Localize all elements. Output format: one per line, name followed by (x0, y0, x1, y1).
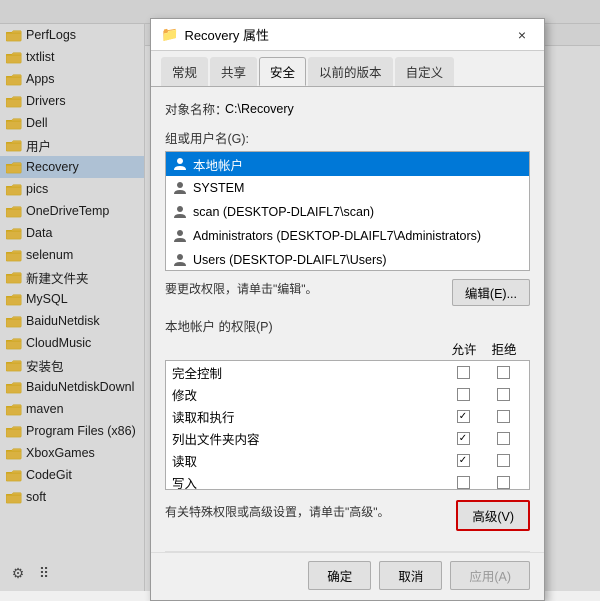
dialog-body: 对象名称： C:\Recovery 组或用户名(G): 本地帐户 SYSTEM … (151, 87, 544, 551)
dialog-titlebar: 📁 Recovery 属性 × (151, 19, 544, 51)
advanced-note-text: 有关特殊权限或高级设置，请单击"高级"。 (165, 503, 390, 520)
allow-checkbox[interactable] (457, 388, 470, 401)
allow-check[interactable] (443, 432, 483, 445)
deny-checkbox[interactable] (497, 432, 510, 445)
deny-check[interactable] (483, 454, 523, 467)
allow-check[interactable] (443, 388, 483, 401)
deny-checkbox[interactable] (497, 454, 510, 467)
user-row-SYSTEM[interactable]: SYSTEM (166, 176, 529, 200)
dialog-title-text: Recovery 属性 (184, 25, 269, 44)
user-icon (172, 252, 188, 268)
user-icon (172, 228, 188, 244)
user-name: 本地帐户 (193, 155, 243, 174)
perm-name-header (171, 339, 444, 358)
object-name-row: 对象名称： C:\Recovery (165, 99, 530, 118)
user-icon (172, 204, 188, 220)
allow-check[interactable] (443, 410, 483, 423)
allow-checkbox[interactable] (457, 454, 470, 467)
allow-check[interactable] (443, 454, 483, 467)
deny-checkbox[interactable] (497, 366, 510, 379)
allow-checkbox[interactable] (457, 476, 470, 489)
tab-共享[interactable]: 共享 (210, 57, 257, 86)
deny-check[interactable] (483, 388, 523, 401)
user-row-Administrators-(DESKTOP-DLAIFL7\Administrators)[interactable]: Administrators (DESKTOP-DLAIFL7\Administ… (166, 224, 529, 248)
user-name: Users (DESKTOP-DLAIFL7\Users) (193, 253, 387, 267)
dialog-close-button[interactable]: × (510, 23, 534, 47)
tab-安全[interactable]: 安全 (259, 57, 306, 86)
user-row-本地帐户[interactable]: 本地帐户 (166, 152, 529, 176)
deny-check[interactable] (483, 476, 523, 489)
perm-name-text: 读取 (172, 451, 443, 470)
permissions-list: 完全控制 修改 读取和执行 列出文件夹内容 读取 写入 (165, 360, 530, 490)
perm-row-读取: 读取 (166, 449, 529, 471)
deny-check[interactable] (483, 366, 523, 379)
user-row-scan-(DESKTOP-DLAIFL7\scan)[interactable]: scan (DESKTOP-DLAIFL7\scan) (166, 200, 529, 224)
allow-checkbox[interactable] (457, 432, 470, 445)
allow-check[interactable] (443, 476, 483, 489)
user-name: Administrators (DESKTOP-DLAIFL7\Administ… (193, 229, 481, 243)
edit-button[interactable]: 编辑(E)... (452, 279, 530, 306)
perm-row-列出文件夹内容: 列出文件夹内容 (166, 427, 529, 449)
perm-name-text: 读取和执行 (172, 407, 443, 426)
tab-自定义[interactable]: 自定义 (395, 57, 455, 86)
deny-checkbox[interactable] (497, 476, 510, 489)
allow-checkbox[interactable] (457, 366, 470, 379)
allow-checkbox[interactable] (457, 410, 470, 423)
cancel-button[interactable]: 取消 (379, 561, 442, 590)
object-label: 对象名称： (165, 99, 225, 118)
user-list[interactable]: 本地帐户 SYSTEM scan (DESKTOP-DLAIFL7\scan) … (165, 151, 530, 271)
perm-name-text: 修改 (172, 385, 443, 404)
user-icon (172, 180, 188, 196)
permissions-header: 允许 拒绝 (165, 339, 530, 358)
user-icon (172, 156, 188, 172)
perm-row-读取和执行: 读取和执行 (166, 405, 529, 427)
dialog-title-left: 📁 Recovery 属性 (161, 25, 269, 44)
perm-row-写入: 写入 (166, 471, 529, 490)
deny-checkbox[interactable] (497, 388, 510, 401)
group-label: 组或用户名(G): (165, 128, 530, 147)
deny-check[interactable] (483, 410, 523, 423)
perm-allow-header: 允许 (444, 339, 484, 358)
dialog-footer: 确定 取消 应用(A) (151, 552, 544, 600)
perm-row-修改: 修改 (166, 383, 529, 405)
perm-name-text: 写入 (172, 473, 443, 491)
perm-row-完全控制: 完全控制 (166, 361, 529, 383)
dialog-tabs: 常规共享安全以前的版本自定义 (151, 51, 544, 87)
perm-name-text: 列出文件夹内容 (172, 429, 443, 448)
perm-deny-header: 拒绝 (484, 339, 524, 358)
user-name: SYSTEM (193, 181, 244, 195)
tab-以前的版本[interactable]: 以前的版本 (308, 57, 393, 86)
tab-常规[interactable]: 常规 (161, 57, 208, 86)
deny-check[interactable] (483, 432, 523, 445)
ok-button[interactable]: 确定 (308, 561, 371, 590)
permissions-label: 本地帐户 的权限(P) (165, 316, 530, 335)
user-name: scan (DESKTOP-DLAIFL7\scan) (193, 205, 374, 219)
edit-note-text: 要更改权限，请单击"编辑"。 (165, 280, 318, 297)
object-value: C:\Recovery (225, 102, 294, 116)
allow-check[interactable] (443, 366, 483, 379)
apply-button[interactable]: 应用(A) (450, 561, 530, 590)
advanced-row: 有关特殊权限或高级设置，请单击"高级"。 高级(V) (165, 500, 530, 531)
user-row-Users-(DESKTOP-DLAIFL7\Users)[interactable]: Users (DESKTOP-DLAIFL7\Users) (166, 248, 529, 271)
edit-note-row: 要更改权限，请单击"编辑"。 编辑(E)... (165, 279, 530, 306)
perm-name-text: 完全控制 (172, 363, 443, 382)
dialog-folder-icon: 📁 (161, 26, 178, 43)
recovery-properties-dialog: 📁 Recovery 属性 × 常规共享安全以前的版本自定义 对象名称： C:\… (150, 18, 545, 601)
deny-checkbox[interactable] (497, 410, 510, 423)
advanced-button[interactable]: 高级(V) (456, 500, 530, 531)
